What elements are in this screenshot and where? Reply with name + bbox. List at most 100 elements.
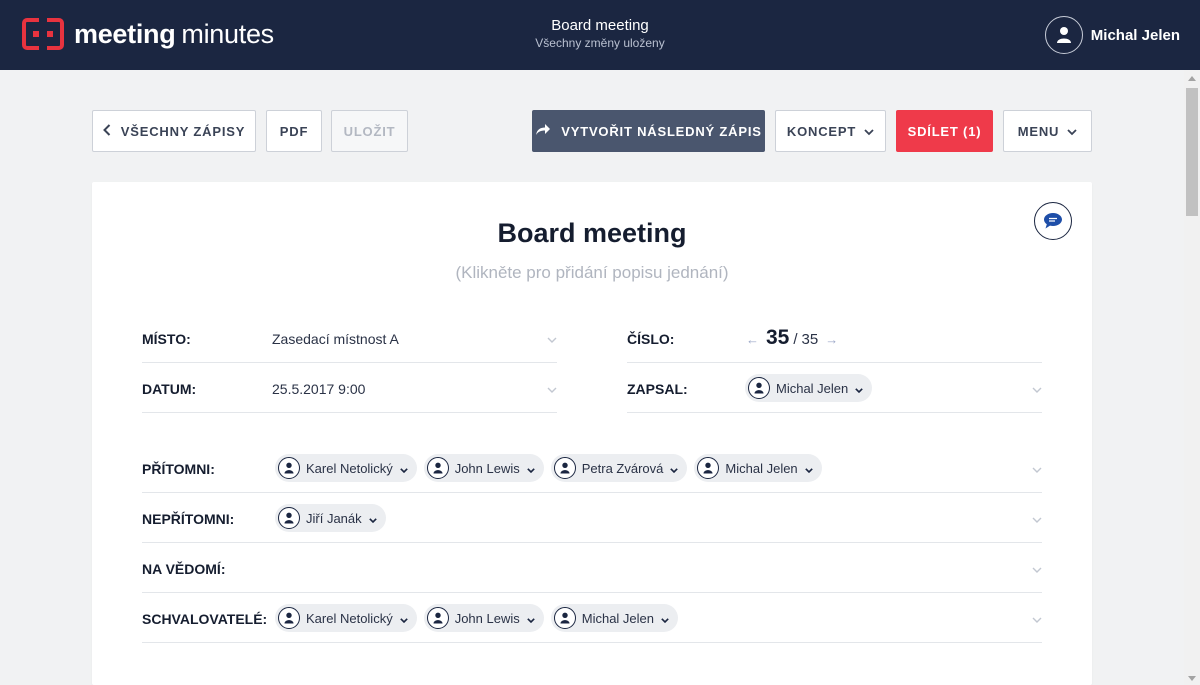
- person-name: Petra Zvárová: [581, 460, 664, 476]
- recorder-chips: Michal Jelen: [745, 374, 873, 402]
- person-chip[interactable]: Michal Jelen: [745, 374, 873, 402]
- person-name: Karel Netolický: [306, 460, 393, 476]
- date-label: DATUM:: [142, 381, 197, 397]
- chevron-down-icon: [1067, 124, 1077, 139]
- absent-chips: Jiří Janák: [275, 504, 386, 532]
- person-chip[interactable]: Michal Jelen: [550, 604, 679, 632]
- all-minutes-label: VŠECHNY ZÁPISY: [120, 123, 246, 139]
- chevron-down-icon[interactable]: [526, 461, 535, 476]
- app-name-bold: meeting: [74, 18, 176, 49]
- person-avatar-icon: [426, 457, 449, 479]
- arrow-right-icon[interactable]: →: [825, 332, 838, 347]
- person-avatar-icon: [553, 457, 576, 479]
- approvers-chips: Karel Netolický John Lewis Michal Jelen: [275, 604, 679, 632]
- person-chip[interactable]: Michal Jelen: [694, 454, 822, 482]
- chevron-left-icon: [102, 123, 111, 139]
- scroll-down-icon[interactable]: [1188, 676, 1196, 681]
- save-button[interactable]: ULOŽIT: [331, 110, 408, 152]
- top-bar: meeting minutes Board meeting Všechny zm…: [0, 0, 1200, 70]
- meeting-title[interactable]: Board meeting: [92, 218, 1092, 249]
- number-current: 35: [766, 326, 790, 349]
- chevron-down-icon[interactable]: [526, 611, 535, 626]
- person-avatar-icon: [426, 607, 449, 629]
- chevron-down-icon: [864, 124, 874, 139]
- all-minutes-button[interactable]: VŠECHNY ZÁPISY: [92, 110, 256, 152]
- draft-status-dropdown[interactable]: KONCEPT: [775, 110, 886, 152]
- number-value: ← 35 / 35 →: [746, 326, 838, 350]
- draft-label: KONCEPT: [786, 123, 857, 139]
- person-avatar-icon: [278, 607, 300, 629]
- present-label: PŘÍTOMNI:: [142, 461, 215, 477]
- chevron-down-icon[interactable]: [855, 381, 864, 396]
- chevron-down-icon[interactable]: [661, 611, 669, 626]
- person-chip[interactable]: Petra Zvárová: [550, 454, 688, 482]
- followup-minutes-button[interactable]: VYTVOŘIT NÁSLEDNÝ ZÁPIS: [532, 110, 765, 152]
- person-name: Michal Jelen: [581, 610, 655, 626]
- person-name: Karel Netolický: [306, 610, 393, 626]
- menu-label: MENU: [1017, 123, 1060, 139]
- page-scrollbar[interactable]: [1184, 70, 1200, 685]
- place-row[interactable]: MÍSTO: Zasedací místnost A: [142, 313, 557, 363]
- person-chip[interactable]: Karel Netolický: [275, 454, 417, 482]
- person-chip[interactable]: John Lewis: [423, 604, 544, 632]
- date-value[interactable]: 25.5.2017 9:00: [272, 381, 365, 397]
- present-row[interactable]: PŘÍTOMNI: Karel Netolický John Lewis Pet…: [142, 443, 1042, 493]
- person-avatar-icon: [278, 507, 300, 529]
- user-menu[interactable]: Michal Jelen: [1044, 16, 1180, 54]
- place-value[interactable]: Zasedací místnost A: [272, 331, 399, 347]
- person-chip[interactable]: Karel Netolický: [275, 604, 417, 632]
- chevron-down-icon[interactable]: [1032, 561, 1042, 579]
- person-avatar-icon: [278, 457, 300, 479]
- scroll-thumb[interactable]: [1186, 88, 1198, 216]
- person-name: Michal Jelen: [725, 460, 798, 476]
- absent-row[interactable]: NEPŘÍTOMNI: Jiří Janák: [142, 493, 1042, 543]
- chevron-down-icon[interactable]: [547, 331, 557, 349]
- person-name: Michal Jelen: [776, 380, 849, 396]
- chevron-down-icon[interactable]: [399, 611, 408, 626]
- informed-label: NA VĚDOMÍ:: [142, 561, 226, 577]
- user-avatar-icon: [1044, 16, 1083, 54]
- chevron-down-icon[interactable]: [399, 461, 408, 476]
- number-total: 35: [801, 331, 819, 348]
- chevron-down-icon[interactable]: [1032, 511, 1042, 529]
- present-chips: Karel Netolický John Lewis Petra Zvárová…: [275, 454, 822, 482]
- share-label: SDÍLET (1): [907, 123, 982, 139]
- save-status: Všechny změny uloženy: [535, 36, 665, 50]
- app-name: meeting minutes: [74, 19, 274, 50]
- absent-label: NEPŘÍTOMNI:: [142, 511, 235, 527]
- share-arrow-icon: [535, 123, 551, 139]
- share-button[interactable]: SDÍLET (1): [896, 110, 993, 152]
- date-row[interactable]: DATUM: 25.5.2017 9:00: [142, 363, 557, 413]
- scroll-up-icon[interactable]: [1188, 76, 1196, 81]
- person-avatar-icon: [553, 607, 576, 629]
- informed-row[interactable]: NA VĚDOMÍ:: [142, 543, 1042, 593]
- app-name-light: minutes: [181, 18, 274, 49]
- person-name: Jiří Janák: [306, 510, 362, 526]
- place-label: MÍSTO:: [142, 331, 191, 347]
- recorder-row[interactable]: ZAPSAL: Michal Jelen: [627, 363, 1042, 413]
- header-doc-title: Board meeting: [551, 17, 649, 34]
- chevron-down-icon[interactable]: [1032, 381, 1042, 399]
- user-name: Michal Jelen: [1090, 26, 1180, 44]
- approvers-label: SCHVALOVATELÉ:: [142, 611, 268, 627]
- pdf-label: PDF: [279, 123, 309, 139]
- minutes-card: Board meeting (Klikněte pro přidání popi…: [92, 182, 1092, 685]
- chevron-down-icon[interactable]: [368, 511, 377, 526]
- pdf-button[interactable]: PDF: [266, 110, 322, 152]
- number-label: ČÍSLO:: [627, 331, 675, 347]
- meeting-description[interactable]: (Klikněte pro přidání popisu jednání): [92, 263, 1092, 283]
- person-name: John Lewis: [454, 460, 520, 476]
- approvers-row[interactable]: SCHVALOVATELÉ: Karel Netolický John Lewi…: [142, 593, 1042, 643]
- chevron-down-icon[interactable]: [547, 381, 557, 399]
- person-chip[interactable]: Jiří Janák: [275, 504, 386, 532]
- chevron-down-icon[interactable]: [804, 461, 813, 476]
- menu-button[interactable]: MENU: [1003, 110, 1092, 152]
- chevron-down-icon[interactable]: [1032, 611, 1042, 629]
- chevron-down-icon[interactable]: [670, 461, 679, 476]
- recorder-label: ZAPSAL:: [627, 381, 688, 397]
- arrow-left-icon[interactable]: ←: [746, 332, 759, 347]
- chevron-down-icon[interactable]: [1032, 461, 1042, 479]
- app-logo[interactable]: meeting minutes: [22, 18, 274, 50]
- person-avatar-icon: [697, 457, 720, 479]
- person-chip[interactable]: John Lewis: [423, 454, 544, 482]
